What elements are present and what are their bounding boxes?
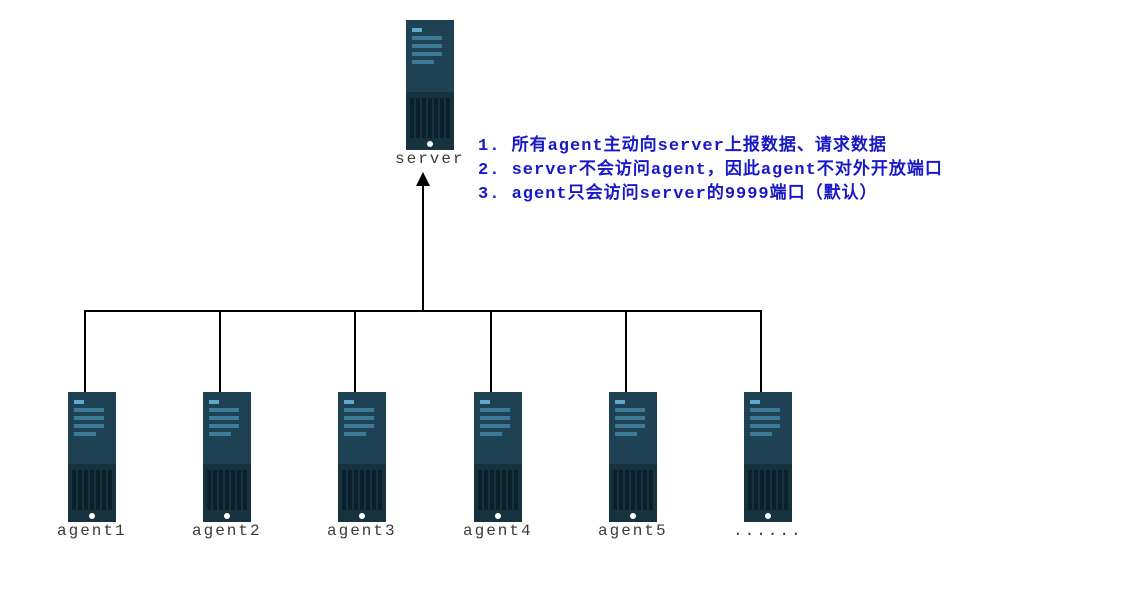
agent-node-2: agent2: [192, 392, 262, 540]
note-line-3: 3. agent只会访问server的9999端口（默认）: [478, 183, 943, 207]
server-icon: [64, 392, 120, 522]
server-icon: [470, 392, 526, 522]
server-icon: [740, 392, 796, 522]
drop-line-5: [625, 310, 627, 392]
note-line-1: 1. 所有agent主动向server上报数据、请求数据: [478, 135, 943, 159]
server-label: server: [395, 150, 465, 168]
drop-line-4: [490, 310, 492, 392]
server-icon: [605, 392, 661, 522]
server-icon: [402, 20, 458, 150]
notes-block: 1. 所有agent主动向server上报数据、请求数据 2. server不会…: [478, 135, 943, 207]
agent-label-5: agent5: [598, 522, 668, 540]
diagram-canvas: server 1. 所有agent主动向server上报数据、请求数据 2. s…: [0, 0, 1134, 612]
drop-line-6: [760, 310, 762, 392]
agent-label-1: agent1: [57, 522, 127, 540]
agent-label-3: agent3: [327, 522, 397, 540]
agent-node-6: ......: [733, 392, 803, 540]
agent-node-4: agent4: [463, 392, 533, 540]
agent-label-2: agent2: [192, 522, 262, 540]
agent-node-3: agent3: [327, 392, 397, 540]
horizontal-bus: [84, 310, 762, 312]
drop-line-3: [354, 310, 356, 392]
agent-label-6: ......: [733, 522, 803, 540]
agent-label-4: agent4: [463, 522, 533, 540]
agent-node-5: agent5: [598, 392, 668, 540]
agent-node-1: agent1: [57, 392, 127, 540]
main-vertical-line: [422, 184, 424, 312]
server-node: server: [395, 20, 465, 168]
drop-line-1: [84, 310, 86, 392]
note-line-2: 2. server不会访问agent，因此agent不对外开放端口: [478, 159, 943, 183]
server-icon: [334, 392, 390, 522]
drop-line-2: [219, 310, 221, 392]
server-icon: [199, 392, 255, 522]
